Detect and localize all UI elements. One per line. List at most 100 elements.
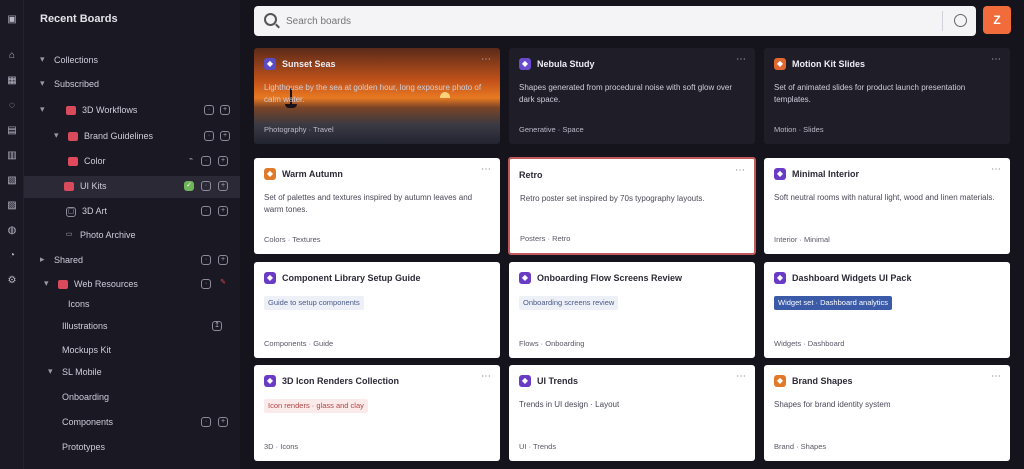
settings-icon[interactable]: ⚙ (6, 275, 18, 287)
board-icon: ◆ (264, 375, 276, 387)
globe-icon[interactable] (954, 14, 967, 27)
chevron-down-icon[interactable]: ▾ (40, 54, 45, 65)
bell-icon[interactable]: ◍ (6, 225, 18, 237)
sidebar-item[interactable]: ▸ Shared · + (24, 250, 240, 272)
board-card[interactable]: ◆ Warm Autumn ⋯ Set of palettes and text… (254, 158, 500, 254)
board-card-selected[interactable]: Retro ⋯ Retro poster set inspired by 70s… (508, 157, 756, 255)
profile-button[interactable]: Z (983, 6, 1011, 34)
more-icon[interactable]: · (201, 156, 211, 166)
card-meta: Interior · Minimal (774, 235, 830, 244)
board-card[interactable]: ◆ Nebula Study ⋯ Shapes generated from p… (509, 48, 755, 144)
card-meta: Widgets · Dashboard (774, 339, 845, 348)
sidebar-item[interactable]: ▭ Photo Archive (24, 225, 240, 247)
tag[interactable]: Onboarding screens review (519, 296, 619, 310)
more-options-icon[interactable]: ⋯ (735, 165, 746, 176)
chevron-down-icon[interactable]: ▾ (48, 366, 53, 377)
sidebar-item-label: 3D Art (82, 206, 108, 216)
home-icon[interactable]: ⌂ (6, 50, 18, 62)
book-icon[interactable]: ▤ (6, 125, 18, 137)
sidebar-item[interactable]: Onboarding (24, 387, 240, 409)
add-icon[interactable]: + (218, 206, 228, 216)
sidebar-item[interactable]: Prototypes (24, 437, 240, 459)
add-icon[interactable]: + (218, 417, 228, 427)
add-icon[interactable]: + (218, 181, 228, 191)
more-icon[interactable]: · (201, 417, 211, 427)
more-options-icon[interactable]: ⋯ (736, 371, 747, 382)
add-icon[interactable]: + (218, 255, 228, 265)
card-meta: Generative · Space (519, 125, 584, 134)
board-card[interactable]: ◆ Component Library Setup Guide Guide to… (254, 262, 500, 358)
tag-icon[interactable]: ⌁ (186, 156, 196, 166)
board-icon: ◆ (774, 58, 786, 70)
divider (942, 11, 943, 31)
board-card[interactable]: ◆ 3D Icon Renders Collection ⋯ Icon rend… (254, 365, 500, 461)
card-description: Set of animated slides for product launc… (774, 83, 966, 104)
sidebar-item[interactable]: Mockups Kit (24, 340, 240, 362)
more-options-icon[interactable]: ⋯ (991, 54, 1002, 65)
board-card[interactable]: ◆ Minimal Interior ⋯ Soft neutral rooms … (764, 158, 1010, 254)
tag[interactable]: Guide to setup components (264, 296, 364, 310)
add-icon[interactable]: + (218, 156, 228, 166)
chevron-down-icon[interactable]: ▾ (54, 130, 59, 141)
card-meta: Photography · Travel (264, 125, 334, 134)
search-input[interactable] (286, 12, 886, 30)
pin-icon[interactable]: ✎ (218, 279, 228, 289)
sidebar-item[interactable]: ▾ Web Resources · ✎ (24, 274, 240, 296)
more-icon[interactable]: · (204, 105, 214, 115)
board-card[interactable]: ◆ Dashboard Widgets UI Pack Widget set ·… (764, 262, 1010, 358)
icon-rail: ▣ ⌂ ▦ ◌ ▤ ▥ ▧ ▨ ◍ ◔ ⚙ (0, 0, 24, 469)
more-options-icon[interactable]: ⋯ (991, 371, 1002, 382)
folder-color-icon (68, 132, 78, 141)
sidebar-item[interactable]: ▾ SL Mobile (24, 362, 240, 384)
sidebar-item-label: Photo Archive (80, 230, 136, 240)
sidebar-item[interactable]: Illustrations ↥ (24, 316, 240, 338)
logo-icon[interactable]: ▣ (6, 14, 18, 26)
clock-icon[interactable]: ◔ (6, 250, 18, 262)
sidebar-item[interactable]: ▾ Subscribed (24, 74, 240, 96)
board-card[interactable]: ◆ Sunset Seas ⋯ Lighthouse by the sea at… (254, 48, 500, 144)
chevron-down-icon[interactable]: ▾ (40, 104, 45, 115)
sidebar-item[interactable]: Color ⌁ · + (24, 151, 240, 173)
more-options-icon[interactable]: ⋯ (481, 54, 492, 65)
chat-icon[interactable]: ◌ (6, 100, 18, 112)
sidebar-item[interactable]: Icons (24, 294, 240, 316)
tag[interactable]: Icon renders · glass and clay (264, 399, 368, 413)
chevron-down-icon[interactable]: ▾ (44, 278, 49, 289)
calendar-icon[interactable]: ▥ (6, 150, 18, 162)
more-options-icon[interactable]: ⋯ (736, 54, 747, 65)
more-icon[interactable]: · (201, 206, 211, 216)
board-card[interactable]: ◆ Motion Kit Slides ⋯ Set of animated sl… (764, 48, 1010, 144)
more-options-icon[interactable]: ⋯ (481, 164, 492, 175)
sidebar-item[interactable]: ▾ Collections (24, 50, 240, 72)
add-icon[interactable]: + (220, 105, 230, 115)
board-card[interactable]: ◆ UI Trends ⋯ Trends in UI design · Layo… (509, 365, 755, 461)
board-card[interactable]: ◆ Onboarding Flow Screens Review Onboard… (509, 262, 755, 358)
board-card[interactable]: ◆ Brand Shapes ⋯ Shapes for brand identi… (764, 365, 1010, 461)
folder-icon[interactable]: ▨ (6, 200, 18, 212)
board-icon: ◆ (519, 375, 531, 387)
sidebar-item[interactable]: ▢ 3D Art · + (24, 201, 240, 223)
grid-icon[interactable]: ▦ (6, 75, 18, 87)
card-title: Brand Shapes (792, 376, 853, 386)
chevron-right-icon[interactable]: ▸ (40, 254, 45, 265)
sidebar-item-active[interactable]: UI Kits ✓ · + (24, 176, 240, 198)
more-options-icon[interactable]: ⋯ (481, 371, 492, 382)
card-meta: Colors · Textures (264, 235, 321, 244)
upload-icon[interactable]: ↥ (212, 321, 222, 331)
add-icon[interactable]: + (220, 131, 230, 141)
sidebar-item[interactable]: ▾ 3D Workflows · + (24, 100, 240, 122)
chevron-down-icon[interactable]: ▾ (40, 78, 45, 89)
card-title: Sunset Seas (282, 59, 336, 69)
more-icon[interactable]: · (201, 279, 211, 289)
sidebar-item[interactable]: ▾ Brand Guidelines · + (24, 126, 240, 148)
more-icon[interactable]: · (201, 255, 211, 265)
more-icon[interactable]: · (201, 181, 211, 191)
tag[interactable]: Widget set · Dashboard analytics (774, 296, 893, 310)
status-icon[interactable]: ✓ (184, 181, 194, 191)
sidebar-item[interactable]: Components · + (24, 412, 240, 434)
cube-icon: ▢ (66, 207, 76, 217)
more-icon[interactable]: · (204, 131, 214, 141)
sidebar-item-label: Subscribed (54, 79, 100, 89)
more-options-icon[interactable]: ⋯ (991, 164, 1002, 175)
library-icon[interactable]: ▧ (6, 175, 18, 187)
